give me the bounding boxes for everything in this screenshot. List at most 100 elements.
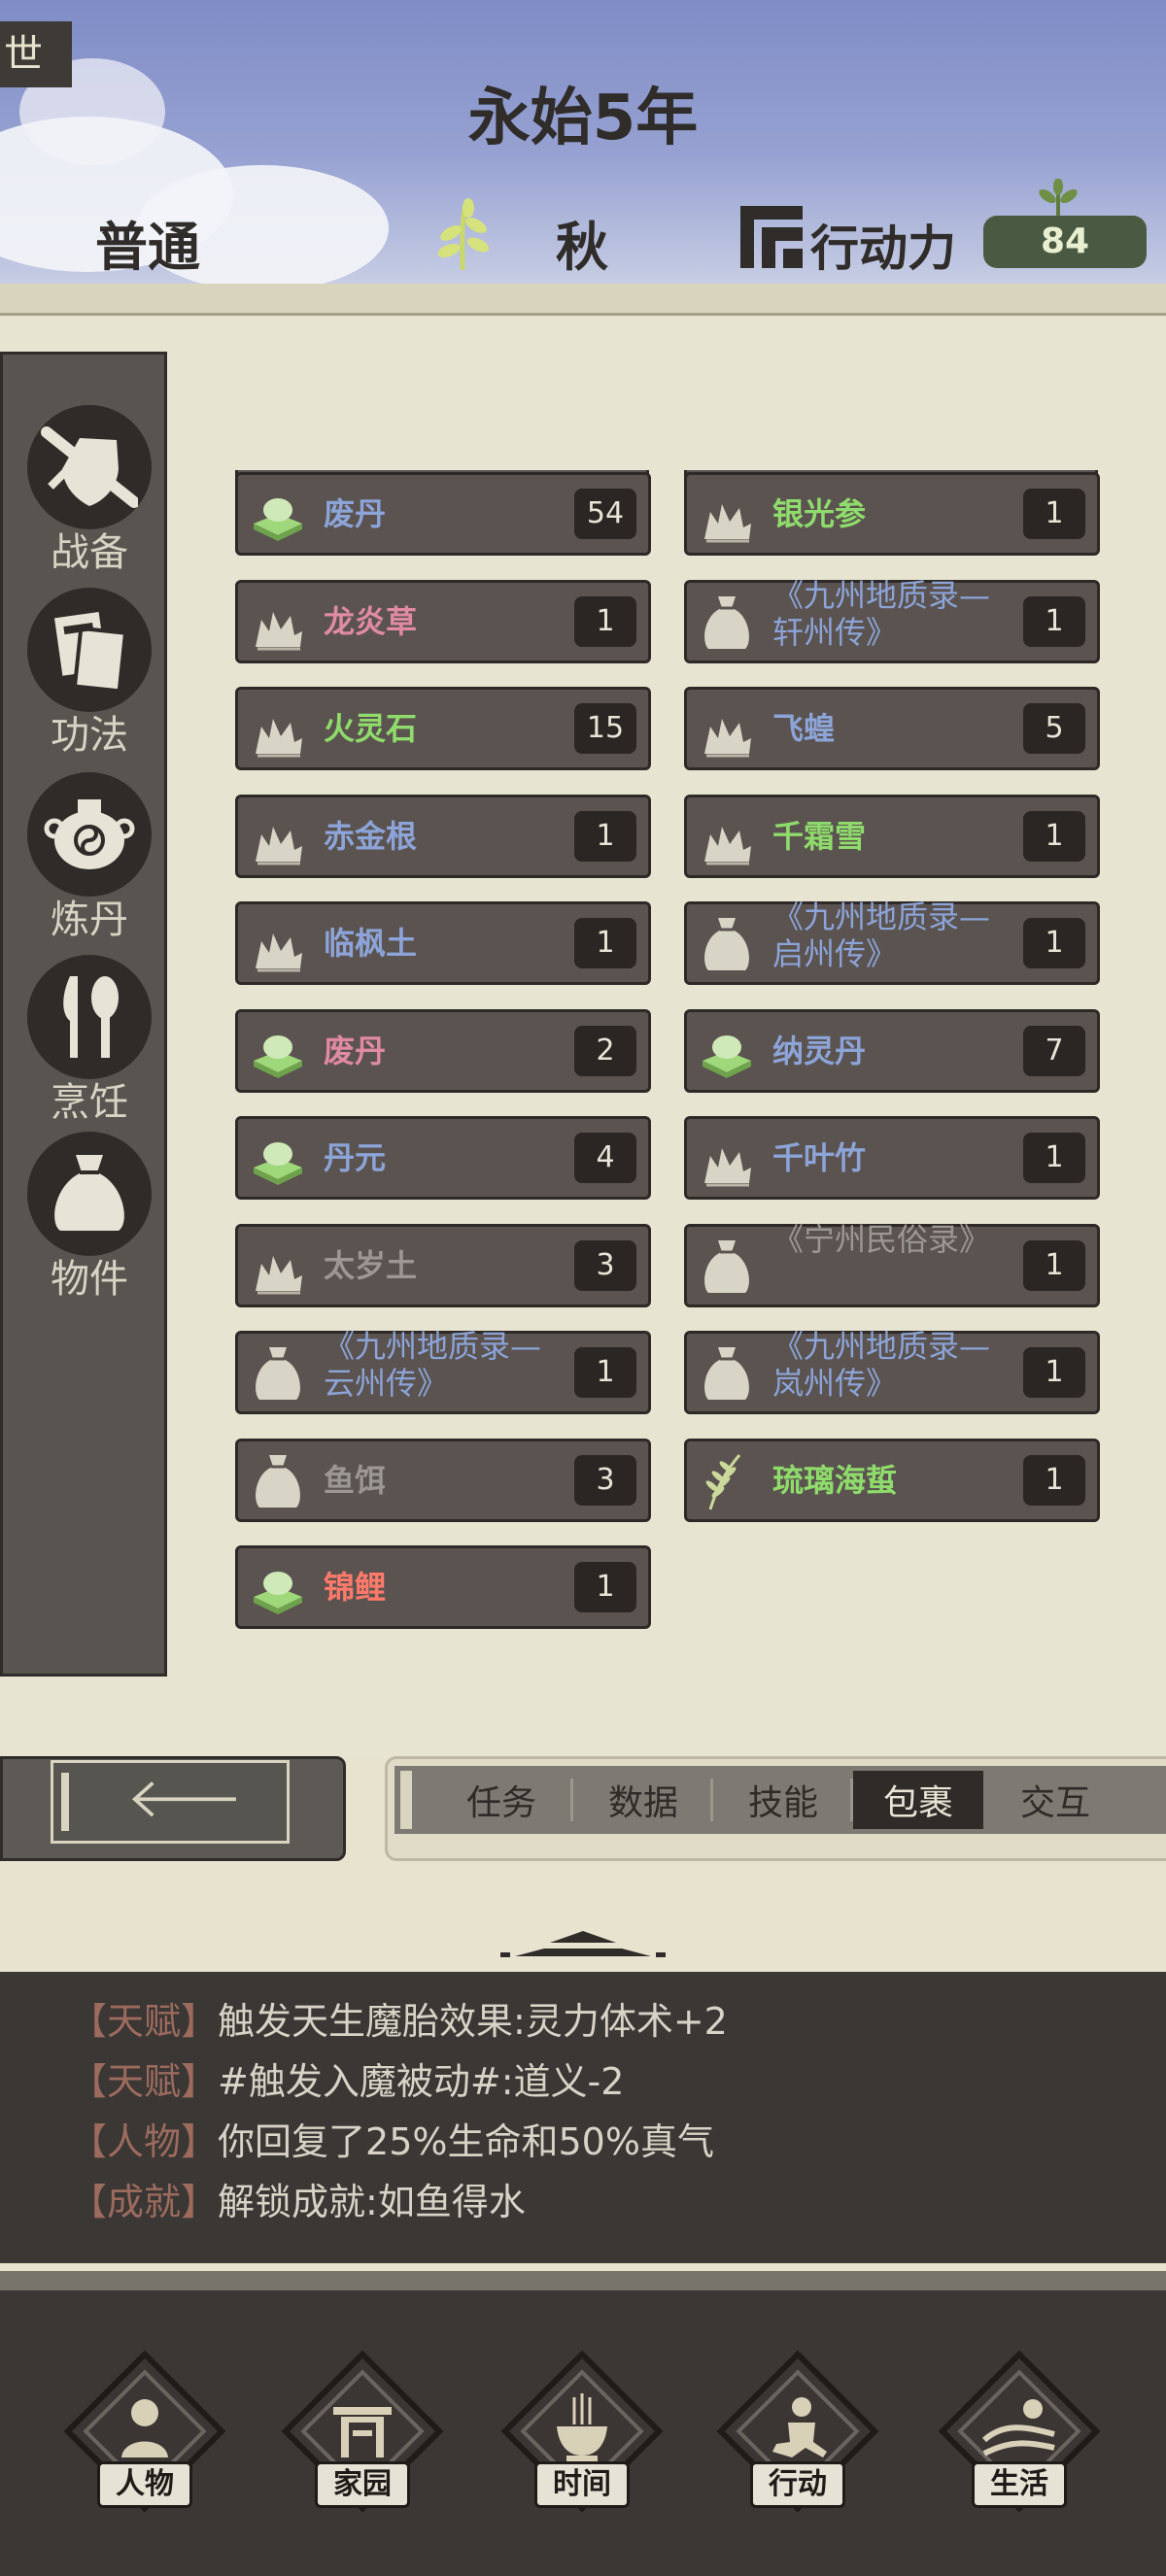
item-name: 太岁土 <box>324 1247 418 1284</box>
inventory-item[interactable]: 废丹 2 <box>235 1009 651 1093</box>
pill-icon <box>248 1022 308 1082</box>
herb-icon <box>697 699 757 760</box>
log-tag: 【人物】 <box>70 2120 219 2163</box>
log-divider-ornament <box>500 1931 666 1957</box>
pill-icon <box>248 1558 308 1618</box>
item-quantity: 1 <box>1023 1133 1085 1183</box>
tab-tasks[interactable]: 任务 <box>429 1771 573 1829</box>
item-quantity: 3 <box>574 1240 636 1291</box>
sidebar-icon-wrap <box>27 772 152 897</box>
tab-data[interactable]: 数据 <box>573 1771 713 1829</box>
pill-icon <box>248 485 308 545</box>
nav-life[interactable]: 生活 <box>937 2350 1102 2535</box>
inventory-item[interactable]: 《九州地质录—启州传》 1 <box>684 898 1100 985</box>
item-name: 《九州地质录—轩州传》 <box>772 577 991 651</box>
header-divider <box>0 284 1166 316</box>
inventory-item[interactable]: 龙炎草 1 <box>235 580 651 663</box>
landscape-sun-icon <box>981 2399 1055 2457</box>
inventory-item[interactable]: 琉璃海蜇 1 <box>684 1439 1100 1522</box>
item-quantity: 1 <box>1023 489 1085 539</box>
item-name: 龙炎草 <box>324 603 418 640</box>
inventory-item[interactable]: 《宁州民俗录》 1 <box>684 1221 1100 1307</box>
log-text: 解锁成就:如鱼得水 <box>218 2181 526 2223</box>
pill-icon <box>697 1022 757 1082</box>
sidebar-icon-wrap <box>27 1132 152 1256</box>
difficulty-label: 普通 <box>95 217 200 278</box>
item-quantity: 1 <box>574 596 636 647</box>
incense-burner-icon <box>557 2393 607 2461</box>
action-points-label: 行动力 <box>810 220 956 277</box>
sidebar-icon-wrap <box>27 588 152 712</box>
inventory-item[interactable]: 鱼饵 3 <box>235 1439 651 1522</box>
item-name: 赤金根 <box>324 818 418 855</box>
sidebar-item-cooking[interactable]: 烹饪 <box>17 955 162 1130</box>
herb-icon <box>248 699 308 760</box>
grass-icon <box>697 1451 757 1511</box>
sidebar-item-label: 烹饪 <box>51 1080 128 1125</box>
inventory-item[interactable]: 《九州地质录—云州传》 1 <box>235 1328 651 1414</box>
log-entry: 【成就】解锁成就:如鱼得水 <box>70 2172 526 2225</box>
inventory-item[interactable]: 银光参 1 <box>684 472 1100 556</box>
tab-interact[interactable]: 交互 <box>983 1771 1127 1829</box>
item-quantity: 1 <box>1023 1240 1085 1291</box>
inventory-item[interactable]: 纳灵丹 7 <box>684 1009 1100 1093</box>
nav-character[interactable]: 人物 <box>62 2350 227 2535</box>
sidebar-item-alchemy[interactable]: 炼丹 <box>17 772 162 947</box>
sword-shield-icon <box>41 426 138 508</box>
scroll-book-icon <box>54 611 128 694</box>
wheat-season-icon <box>437 198 490 271</box>
inventory-item[interactable]: 《九州地质录—岚州传》 1 <box>684 1328 1100 1414</box>
item-name: 临枫土 <box>324 925 418 962</box>
nav-label: 行动 <box>750 2461 845 2508</box>
sidebar-item-label: 物件 <box>51 1257 128 1302</box>
cauldron-icon <box>44 799 135 869</box>
inventory-item[interactable]: 丹元 4 <box>235 1116 651 1200</box>
inventory-item[interactable]: 临枫土 1 <box>235 901 651 985</box>
nav-action[interactable]: 行动 <box>715 2350 880 2535</box>
herb-icon <box>248 1237 308 1297</box>
nav-label: 生活 <box>972 2461 1067 2508</box>
item-quantity: 1 <box>574 1347 636 1398</box>
herb-icon <box>697 807 757 867</box>
inventory-item[interactable]: 飞蝗 5 <box>684 687 1100 770</box>
log-text: #触发入魔被动#:道义-2 <box>218 2060 625 2103</box>
bag-icon <box>697 593 757 653</box>
sidebar-item-techniques[interactable]: 功法 <box>17 588 162 763</box>
sidebar-item-label: 战备 <box>51 530 128 575</box>
item-name: 《九州地质录—云州传》 <box>324 1328 542 1402</box>
herb-icon <box>248 593 308 653</box>
inventory-item[interactable]: 废丹 54 <box>235 472 651 556</box>
sidebar-item-battle[interactable]: 战备 <box>17 405 162 580</box>
item-name: 飞蝗 <box>772 710 836 747</box>
inventory-item[interactable]: 锦鲤 1 <box>235 1545 651 1629</box>
item-quantity: 7 <box>1023 1026 1085 1076</box>
inventory-item[interactable]: 千叶竹 1 <box>684 1116 1100 1200</box>
item-name: 废丹 <box>324 1033 387 1069</box>
inventory-item[interactable]: 赤金根 1 <box>235 795 651 878</box>
person-icon <box>121 2399 168 2457</box>
back-button[interactable] <box>51 1760 290 1844</box>
item-quantity: 1 <box>1023 596 1085 647</box>
action-glyph-icon <box>740 206 803 268</box>
tab-bag[interactable]: 包裹 <box>853 1771 983 1829</box>
sidebar-item-items[interactable]: 物件 <box>17 1132 162 1306</box>
inventory-item[interactable]: 火灵石 15 <box>235 687 651 770</box>
nav-home[interactable]: 家园 <box>280 2350 445 2535</box>
item-quantity: 1 <box>574 918 636 968</box>
arrow-left-icon <box>131 1781 236 1817</box>
nav-time[interactable]: 时间 <box>499 2350 665 2535</box>
inventory-item[interactable]: 《九州地质录—轩州传》 1 <box>684 577 1100 663</box>
tab-skills[interactable]: 技能 <box>713 1771 853 1829</box>
action-points-value: 84 <box>983 216 1147 268</box>
herb-icon <box>248 807 308 867</box>
herb-icon <box>697 485 757 545</box>
sidebar-icon-wrap <box>27 405 152 529</box>
inventory-item[interactable]: 太岁土 3 <box>235 1224 651 1307</box>
nav-label: 人物 <box>97 2461 192 2508</box>
bag-icon <box>54 1155 124 1231</box>
log-divider <box>0 2271 1166 2290</box>
inventory-item[interactable]: 千霜雪 1 <box>684 795 1100 878</box>
item-quantity: 1 <box>574 811 636 862</box>
nav-label: 时间 <box>534 2461 630 2508</box>
bag-icon <box>697 1237 757 1297</box>
